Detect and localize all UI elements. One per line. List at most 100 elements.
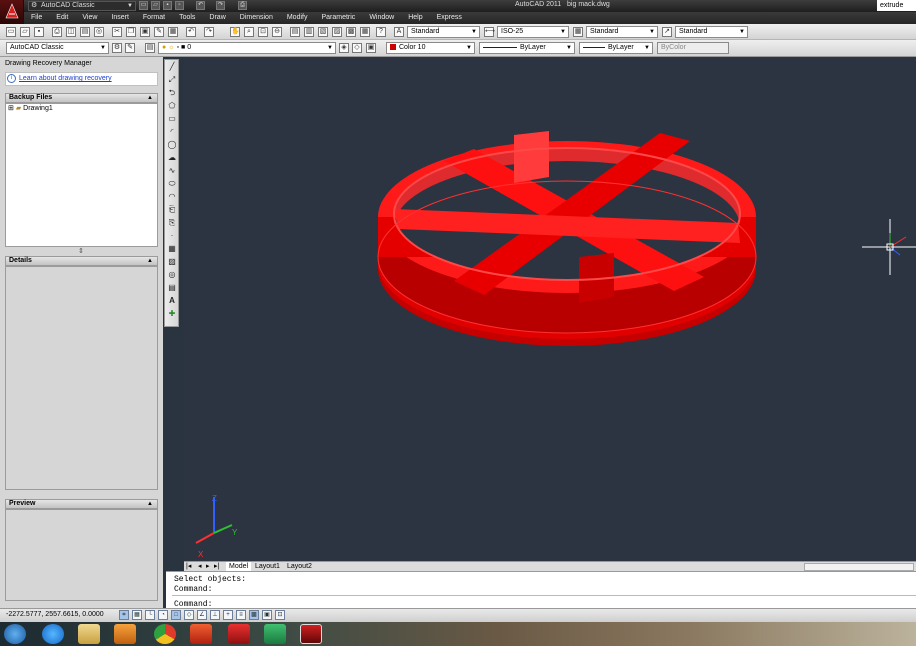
open-icon[interactable]: ▱ (151, 1, 160, 10)
preview-header[interactable]: Preview ▲ (5, 499, 158, 509)
publish-icon[interactable]: ▤ (80, 27, 90, 37)
ellipse-icon[interactable]: ⬭ (167, 179, 177, 189)
menu-insert[interactable]: Insert (104, 12, 136, 24)
details-header[interactable]: Details ▲ (5, 256, 158, 266)
lineweight-display-icon[interactable]: ≡ (236, 610, 246, 620)
transparency-icon[interactable]: ▩ (249, 610, 259, 620)
arc-icon[interactable]: ◜ (167, 127, 177, 137)
copy-icon[interactable]: ❐ (126, 27, 136, 37)
cut-icon[interactable]: ✂ (112, 27, 122, 37)
zoom-window-icon[interactable]: ⊡ (258, 27, 268, 37)
multileader-style-select[interactable]: Standard ▼ (675, 26, 748, 38)
quickcalc-icon[interactable]: ▦ (360, 27, 370, 37)
layer-select[interactable]: ● ☼ ▫ ■ 0 ▼ (158, 42, 336, 54)
lineweight-select[interactable]: ByLayer ▼ (579, 42, 653, 54)
collapse-icon[interactable]: ▲ (147, 500, 153, 508)
backup-files-header[interactable]: Backup Files ▲ (5, 93, 158, 103)
circle-icon[interactable]: ◯ (167, 140, 177, 150)
layer-properties-icon[interactable]: ▤ (145, 43, 155, 53)
menu-parametric[interactable]: Parametric (314, 12, 362, 24)
collapse-icon[interactable]: ▲ (147, 94, 153, 102)
zoom-realtime-icon[interactable]: ⌕ (244, 27, 254, 37)
menu-format[interactable]: Format (136, 12, 172, 24)
menu-draw[interactable]: Draw (202, 12, 232, 24)
menu-window[interactable]: Window (362, 12, 401, 24)
ortho-mode-icon[interactable]: └ (145, 610, 155, 620)
selection-cycling-icon[interactable]: ⊡ (275, 610, 285, 620)
start-button-icon[interactable] (4, 624, 26, 644)
chrome-icon[interactable] (154, 624, 176, 644)
design-center-icon[interactable]: ▥ (304, 27, 314, 37)
print-preview-icon[interactable]: ◫ (66, 27, 76, 37)
menu-view[interactable]: View (75, 12, 104, 24)
autocad-taskbar-icon[interactable] (300, 624, 322, 644)
menu-tools[interactable]: Tools (172, 12, 202, 24)
new-icon[interactable]: ▭ (6, 27, 16, 37)
coordinates-readout[interactable]: -2272.5777, 2557.6615, 0.0000 (6, 611, 104, 618)
media-player-icon[interactable] (114, 624, 136, 644)
object-snap-icon[interactable]: □ (171, 610, 181, 620)
polyline-icon[interactable]: ⮌ (167, 88, 177, 98)
undo-tool-icon[interactable]: ↶ (186, 27, 196, 37)
customize-icon[interactable]: ✎ (125, 43, 135, 53)
menu-edit[interactable]: Edit (49, 12, 75, 24)
color-select[interactable]: Color 10 ▼ (386, 42, 475, 54)
tree-item-drawing1[interactable]: ⊞ ▰ Drawing1 (8, 104, 53, 114)
table-style-select[interactable]: Standard ▼ (586, 26, 658, 38)
workspace-switcher[interactable]: ⚙ AutoCAD Classic ▼ (28, 1, 136, 11)
app-icon[interactable] (228, 624, 250, 644)
menu-express[interactable]: Express (430, 12, 469, 24)
model-viewport[interactable]: Z Y X (184, 57, 916, 561)
text-style-select[interactable]: Standard ▼ (407, 26, 480, 38)
internet-explorer-icon[interactable] (42, 624, 64, 644)
pan-icon[interactable]: ✋ (230, 27, 240, 37)
object-snap-tracking-icon[interactable]: ∠ (197, 610, 207, 620)
dim-style-select[interactable]: ISO-25 ▼ (497, 26, 569, 38)
markup-icon[interactable]: ▩ (346, 27, 356, 37)
gradient-icon[interactable]: ▨ (167, 257, 177, 267)
qnew-icon[interactable]: ▭ (139, 1, 148, 10)
properties-icon[interactable]: ▤ (290, 27, 300, 37)
application-menu-button[interactable] (0, 0, 24, 24)
sheet-set-icon[interactable]: ▨ (332, 27, 342, 37)
expand-icon[interactable]: ⊞ (8, 105, 14, 112)
zoom-previous-icon[interactable]: ⊖ (272, 27, 282, 37)
ellipse-arc-icon[interactable]: ◠ (167, 192, 177, 202)
polygon-icon[interactable]: ⬠ (167, 101, 177, 111)
text-style-icon[interactable]: A (394, 27, 404, 37)
construction-line-icon[interactable]: ⤢ (167, 75, 177, 85)
redo-icon[interactable]: ↷ (216, 1, 225, 10)
quick-properties-icon[interactable]: ▣ (262, 610, 272, 620)
menu-help[interactable]: Help (401, 12, 429, 24)
horizontal-scrollbar[interactable] (804, 563, 914, 571)
line-icon[interactable]: ╱ (167, 62, 177, 72)
multileader-style-icon[interactable]: ↗ (662, 27, 672, 37)
table-style-icon[interactable]: ▦ (573, 27, 583, 37)
save-icon[interactable]: ▪ (163, 1, 172, 10)
command-window[interactable]: Select objects: Command: Command: (166, 571, 916, 609)
open-file-icon[interactable]: ▱ (20, 27, 30, 37)
make-current-layer-icon[interactable]: ◈ (339, 43, 349, 53)
dynamic-input-icon[interactable]: + (223, 610, 233, 620)
collapse-icon[interactable]: ▲ (147, 257, 153, 265)
dynamic-ucs-icon[interactable]: ⊥ (210, 610, 220, 620)
redo-tool-icon[interactable]: ↷ (204, 27, 214, 37)
table-icon[interactable]: ▤ (167, 283, 177, 293)
workspace-settings-icon[interactable]: ⚙ (112, 43, 122, 53)
linetype-select[interactable]: ByLayer ▼ (479, 42, 575, 54)
workspace-select[interactable]: AutoCAD Classic ▼ (6, 42, 109, 54)
command-search-input[interactable]: extrude (877, 0, 916, 11)
add-selected-icon[interactable]: ✚ (167, 309, 177, 319)
point-icon[interactable]: · (167, 231, 177, 241)
region-icon[interactable]: ◎ (167, 270, 177, 280)
undo-icon[interactable]: ↶ (196, 1, 205, 10)
insert-block-icon[interactable]: ⎗ (167, 205, 177, 215)
menu-file[interactable]: File (24, 12, 49, 24)
plotstyle-select[interactable]: ByColor (657, 42, 729, 54)
wheel-3d-model[interactable]: Z Y X (184, 57, 916, 561)
menu-dimension[interactable]: Dimension (233, 12, 280, 24)
block-editor-icon[interactable]: ▦ (168, 27, 178, 37)
revision-cloud-icon[interactable]: ☁ (167, 153, 177, 163)
app-icon[interactable] (190, 624, 212, 644)
paste-icon[interactable]: ▣ (140, 27, 150, 37)
